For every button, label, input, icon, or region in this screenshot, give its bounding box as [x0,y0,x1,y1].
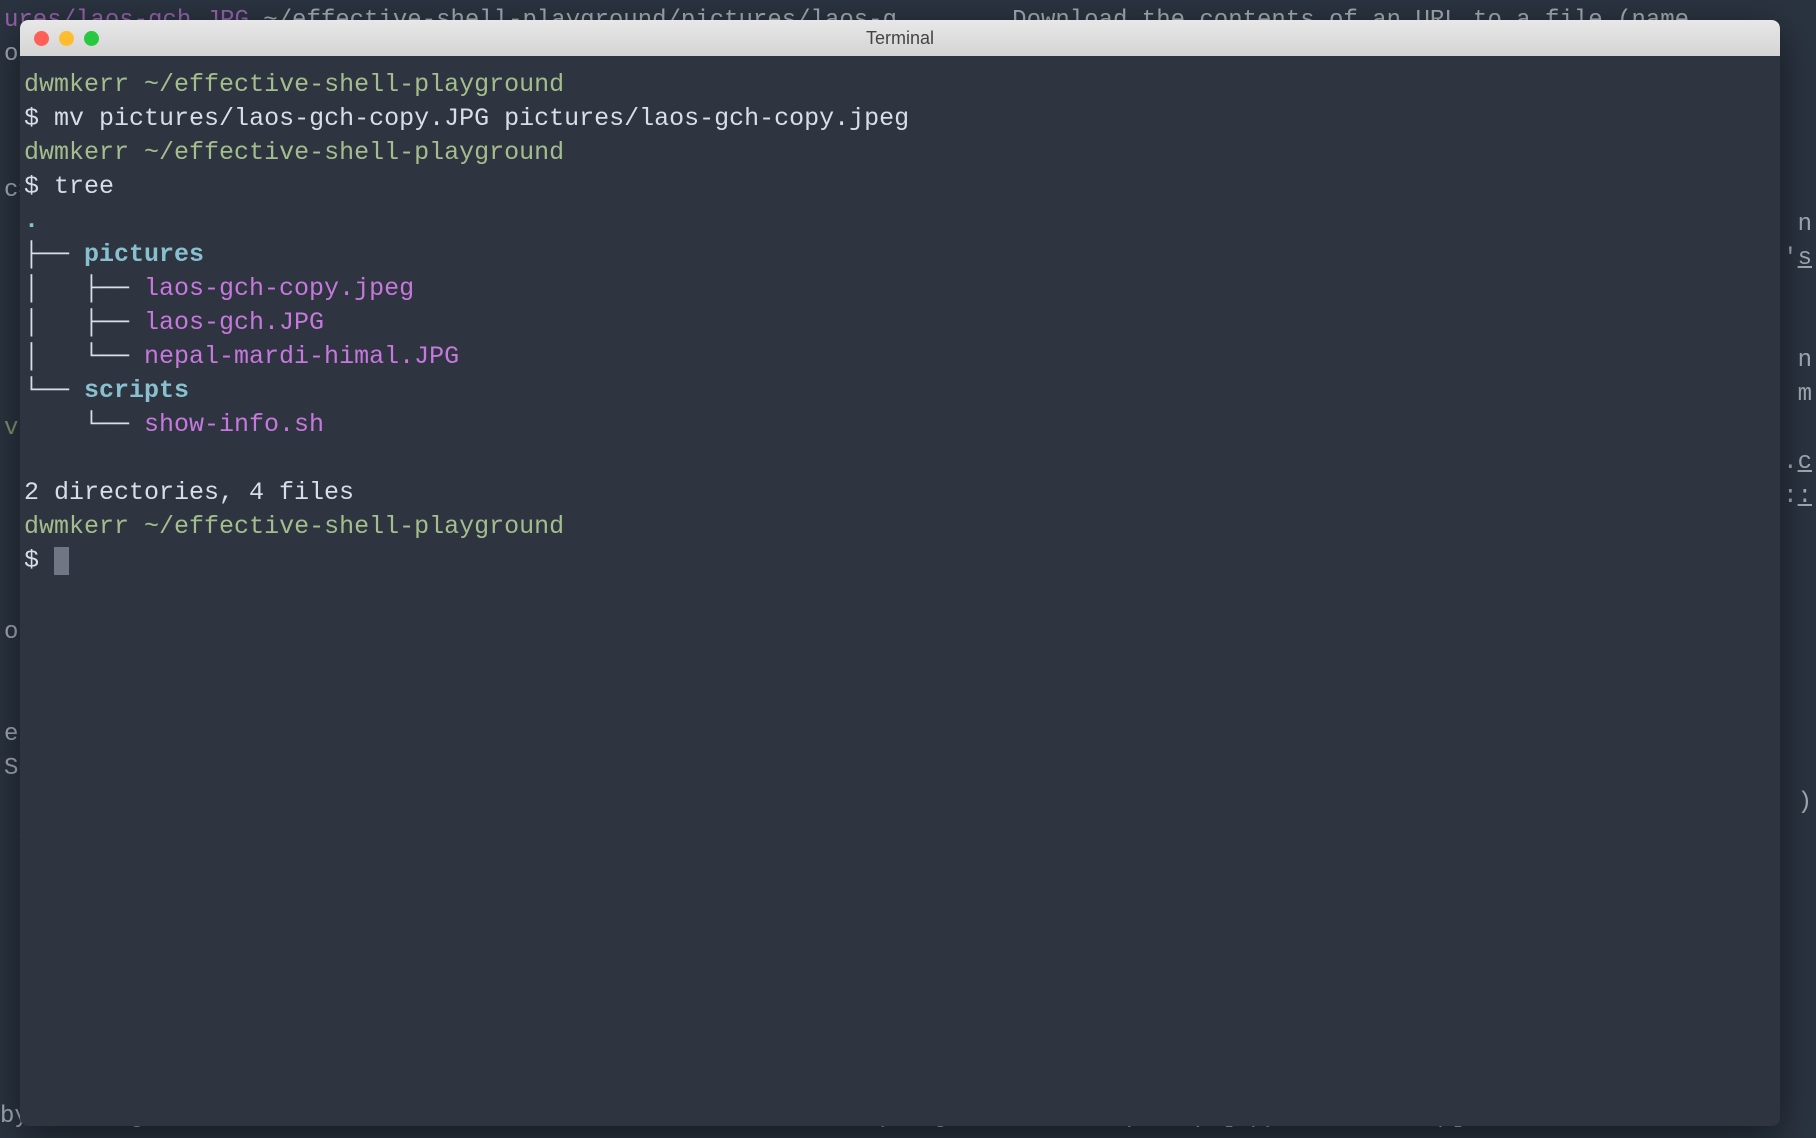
window-title: Terminal [20,28,1780,49]
title-bar[interactable]: Terminal [20,20,1780,56]
prompt-path: ~/effective-shell-playground [144,138,564,167]
close-button[interactable] [34,31,49,46]
prompt-symbol: $ [24,546,39,575]
tree-summary: 2 directories, 4 files [20,476,1780,510]
tree-dir-pictures: pictures [84,240,204,269]
prompt-path: ~/effective-shell-playground [144,512,564,541]
prompt-symbol: $ [24,104,39,133]
tree-file: laos-gch.JPG [144,308,324,337]
tree-file: nepal-mardi-himal.JPG [144,342,459,371]
tree-file: show-info.sh [144,410,324,439]
tree-command: tree [54,172,114,201]
tree-line: │ └── nepal-mardi-himal.JPG [20,340,1780,374]
prompt-line: dwmkerr ~/effective-shell-playground [20,68,1780,102]
prompt-user: dwmkerr [24,138,129,167]
command-line: $ mv pictures/laos-gch-copy.JPG pictures… [20,102,1780,136]
tree-root: . [20,204,1780,238]
minimize-button[interactable] [59,31,74,46]
tree-line: │ ├── laos-gch.JPG [20,306,1780,340]
tree-line: │ ├── laos-gch-copy.jpeg [20,272,1780,306]
mv-command: mv pictures/laos-gch-copy.JPG pictures/l… [54,104,909,133]
maximize-button[interactable] [84,31,99,46]
tree-line: └── show-info.sh [20,408,1780,442]
terminal-window: Terminal dwmkerr ~/effective-shell-playg… [20,20,1780,1126]
cursor [54,547,69,575]
prompt-symbol: $ [24,172,39,201]
prompt-line: dwmkerr ~/effective-shell-playground [20,136,1780,170]
tree-line: └── scripts [20,374,1780,408]
prompt-user: dwmkerr [24,512,129,541]
prompt-cursor-line[interactable]: $ [20,544,1780,578]
prompt-line: dwmkerr ~/effective-shell-playground [20,510,1780,544]
terminal-content[interactable]: dwmkerr ~/effective-shell-playground $ m… [20,56,1780,590]
prompt-path: ~/effective-shell-playground [144,70,564,99]
command-line: $ tree [20,170,1780,204]
tree-file: laos-gch-copy.jpeg [144,274,414,303]
prompt-user: dwmkerr [24,70,129,99]
tree-dir-scripts: scripts [84,376,189,405]
traffic-lights [34,31,99,46]
tree-line: ├── pictures [20,238,1780,272]
